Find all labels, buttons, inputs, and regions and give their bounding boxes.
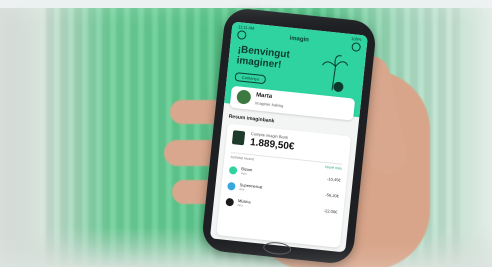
profile-name: Marta [255,92,273,100]
activity-title: Activitat recent [230,155,255,162]
transaction-icon [227,181,236,191]
balance-amount: 1.889,50€ [249,137,295,153]
welcome-title: ¡Benvingut imaginer! [236,44,291,71]
transaction-date: Avui [240,171,247,176]
see-more-link[interactable]: Veure més [325,165,343,171]
top-strip [0,0,492,8]
transaction-icon [228,165,238,175]
smartphone: 11:11 AM 100% imagin ¡Benvingut imaginer… [200,6,378,266]
card-icon [231,130,246,146]
section-title: Resum imaginbank [228,113,275,125]
status-battery: 100% [351,35,362,43]
phone-screen: 11:11 AM 100% imagin ¡Benvingut imaginer… [209,21,368,253]
profile-subtitle: imaginer baking [255,100,284,109]
avatar [236,89,252,105]
transaction-amount: -22,00€ [323,208,338,215]
balance-card[interactable]: Compte imagin Bank 1.889,50€ Activitat r… [216,123,352,248]
transaction-date: Ahir [238,187,245,192]
photo-background: 11:11 AM 100% imagin ¡Benvingut imaginer… [0,0,492,267]
transaction-amount: -10,45€ [326,176,341,183]
transaction-amount: -56,20€ [325,192,340,199]
transaction-icon [225,197,235,207]
settings-icon[interactable] [351,42,362,52]
palm-tree-illustration [322,55,349,92]
start-button[interactable]: Comença [234,72,267,85]
transaction-date: Ahir [237,203,244,208]
